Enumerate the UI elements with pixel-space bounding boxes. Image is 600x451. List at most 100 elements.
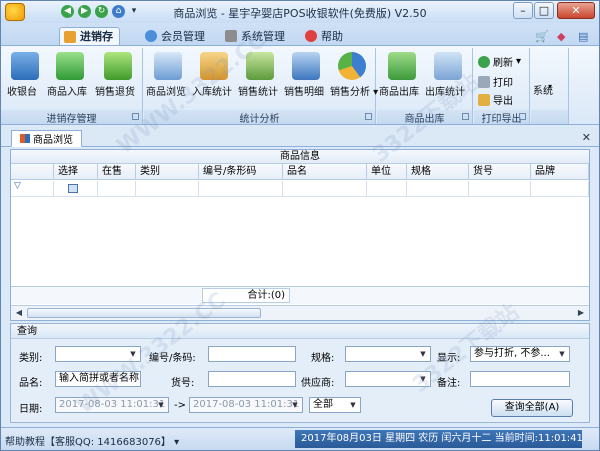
chevron-down-icon: ▼ [350, 401, 356, 409]
column-header-unit[interactable]: 单位 [367, 164, 407, 180]
column-header-name[interactable]: 品名 [283, 164, 367, 180]
sales-analysis-button[interactable]: 销售分析 ▾ [330, 50, 378, 98]
close-button[interactable]: ✕ [557, 2, 595, 19]
horizontal-scrollbar[interactable]: ◀ ▶ [11, 305, 589, 320]
filter-cell[interactable] [136, 181, 199, 197]
group-title: 进销存管理 [1, 110, 142, 125]
system-button[interactable]: 系统 ▾ [533, 82, 567, 97]
tab-system[interactable]: 系统管理 [221, 27, 291, 45]
dialog-launcher-icon[interactable] [462, 113, 469, 120]
sales-detail-button[interactable]: 销售明细 [284, 50, 328, 98]
maximize-button[interactable]: □ [534, 2, 554, 19]
code-label: 编号/条码: [149, 353, 196, 364]
stock-out-button[interactable]: 商品出库 [379, 50, 425, 98]
scroll-right-icon[interactable]: ▶ [575, 308, 587, 318]
filter-cell[interactable] [199, 181, 283, 197]
boxes-icon [200, 52, 228, 80]
date-range-select[interactable]: 全部 ▼ [309, 397, 361, 413]
ribbon-tabs: 进销存 会员管理 系统管理 帮助 🛒 ◆ ▤ [1, 23, 599, 45]
tools-icon [225, 30, 237, 42]
column-header-on-sale[interactable]: 在售 [98, 164, 136, 180]
stock-out-stats-icon [434, 52, 462, 80]
tab-members[interactable]: 会员管理 [141, 27, 211, 45]
code-input[interactable] [208, 346, 296, 362]
product-browse-button[interactable]: 商品浏览 [146, 50, 190, 98]
ribbon-options-icon[interactable]: ▤ [574, 27, 594, 45]
filter-cell[interactable] [469, 181, 531, 197]
house-icon [64, 30, 76, 43]
display-select[interactable]: 参与打折, 不参... ▼ [470, 346, 570, 362]
category-label: 类别: [19, 353, 43, 364]
product-grid: 商品信息 选择 在售 类别 编号/条形码 品名 单位 规格 货号 品牌 ▽ 合计… [10, 149, 590, 321]
pie-chart-icon [338, 52, 366, 80]
cashier-button[interactable]: 收银台 [7, 50, 43, 98]
dialog-launcher-icon[interactable] [519, 113, 526, 120]
close-tab-icon[interactable]: ✕ [582, 131, 591, 144]
cart-icon[interactable]: 🛒 [531, 27, 555, 45]
date-to-picker[interactable]: 2017-08-03 11:01:31 ▼ [189, 397, 303, 413]
filter-cell[interactable] [367, 181, 407, 197]
filter-cell[interactable] [283, 181, 367, 197]
group-title: 统计分析 [144, 110, 375, 125]
window-title: 商品浏览 - 星宇孕婴店POS收银软件(免费版) V2.50 [173, 7, 427, 20]
group-system: 系统 ▾ [531, 48, 569, 124]
chevron-down-icon: ▼ [559, 350, 565, 358]
dialog-launcher-icon[interactable] [132, 113, 139, 120]
return-icon [104, 52, 132, 80]
sales-stats-button[interactable]: 销售统计 [238, 50, 282, 98]
note-label: 备注: [437, 378, 461, 389]
sales-stats-icon [246, 52, 274, 80]
group-title: 打印导出 [474, 110, 529, 125]
filter-cell[interactable] [407, 181, 469, 197]
filter-checkbox-icon[interactable] [68, 184, 78, 193]
supplier-label: 供应商: [301, 378, 335, 389]
chevron-down-icon: ▼ [420, 375, 426, 383]
tab-inventory[interactable]: 进销存 [59, 27, 120, 45]
filter-cell-select[interactable] [54, 181, 98, 197]
grid-icon [20, 134, 30, 143]
column-header-brand[interactable]: 品牌 [531, 164, 589, 180]
tab-help[interactable]: 帮助 [301, 27, 349, 45]
tab-product-browse[interactable]: 商品浏览 [11, 130, 82, 147]
refresh-button[interactable]: 刷新 ▾ [478, 54, 521, 69]
name-input[interactable]: 输入简拼或者名称 [55, 371, 141, 387]
group-title: 商品出库 [377, 110, 472, 125]
date-from-picker[interactable]: 2017-08-03 11:01:31 ▼ [55, 397, 169, 413]
spec-select[interactable]: ▼ [345, 346, 431, 362]
print-button[interactable]: 打印 [478, 74, 513, 89]
column-header-item-no[interactable]: 货号 [469, 164, 531, 180]
document-tab-strip: 商品浏览 ✕ [1, 127, 599, 147]
scroll-left-icon[interactable]: ◀ [13, 308, 25, 318]
export-button[interactable]: 导出 [478, 92, 513, 107]
stock-out-stats-button[interactable]: 出库统计 [425, 50, 471, 98]
query-panel: 查询 类别: ▼ 编号/条码: 规格: ▼ 显示: 参与打折, 不参... ▼ 品… [10, 323, 590, 423]
supplier-select[interactable]: ▼ [345, 371, 431, 387]
grid-footer: 合计:(0) [11, 286, 589, 304]
category-select[interactable]: ▼ [55, 346, 141, 362]
query-all-button[interactable]: 查询全部(A) [491, 399, 573, 417]
scrollbar-thumb[interactable] [27, 308, 261, 318]
minimize-button[interactable]: – [513, 2, 533, 19]
datetime-panel: 2017年08月03日 星期四 农历 闰六月十二 当前时间:11:01:41 [295, 430, 583, 448]
help-link[interactable]: 帮助教程【客服QQ: 1416683076】 ▾ [5, 433, 179, 448]
column-header-spec[interactable]: 规格 [407, 164, 469, 180]
group-stock-out: 商品出库 出库统计 商品出库 [377, 48, 473, 125]
item-no-input[interactable] [208, 371, 296, 387]
column-header-category[interactable]: 类别 [136, 164, 199, 180]
date-label: 日期: [19, 404, 43, 415]
column-header-code[interactable]: 编号/条形码 [199, 164, 283, 180]
stock-in-stats-button[interactable]: 入库统计 [192, 50, 236, 98]
stock-in-button[interactable]: 商品入库 [47, 50, 93, 98]
item-no-label: 货号: [171, 378, 195, 389]
chevron-down-icon: ▼ [158, 401, 164, 409]
column-header-select[interactable]: 选择 [54, 164, 98, 180]
filter-cell[interactable] [98, 181, 136, 197]
filter-cell[interactable] [531, 181, 589, 197]
dialog-launcher-icon[interactable] [365, 113, 372, 120]
note-input[interactable] [470, 371, 570, 387]
stock-out-icon [388, 52, 416, 80]
skin-icon[interactable]: ◆ [553, 27, 571, 45]
member-icon [145, 30, 157, 42]
status-bar: 帮助教程【客服QQ: 1416683076】 ▾ 2017年08月03日 星期四… [1, 427, 599, 450]
sales-return-button[interactable]: 销售退货 [95, 50, 141, 98]
